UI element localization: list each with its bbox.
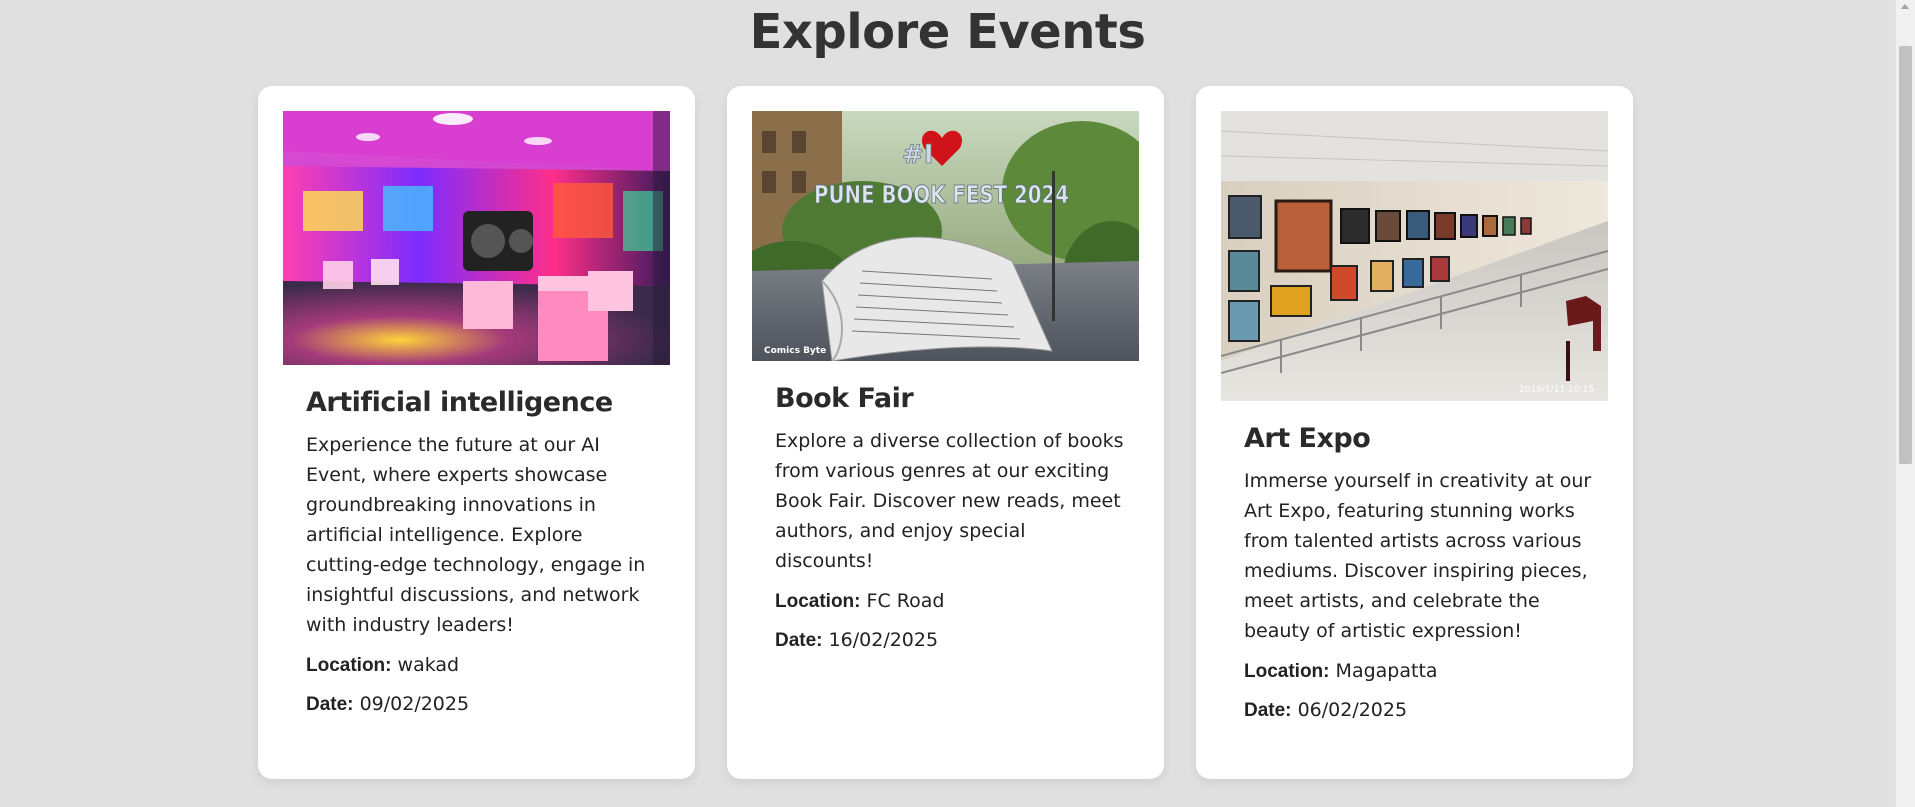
event-date: Date: 16/02/2025 (775, 621, 1128, 660)
sign-main-text: PUNE BOOK FEST 2024 (814, 180, 1069, 209)
event-card-book-fair: #I PUNE BOOK FEST 2024 Comics Byte Book … (727, 86, 1164, 779)
event-location: Location: Magapatta (1244, 652, 1597, 691)
event-description: Immerse yourself in creativity at our Ar… (1244, 470, 1592, 642)
event-description: Experience the future at our AI Event, w… (306, 434, 646, 636)
date-value: 16/02/2025 (828, 629, 939, 651)
vertical-scrollbar[interactable] (1895, 0, 1915, 807)
event-date: Date: 09/02/2025 (306, 685, 659, 724)
event-image-art-expo: 2019/1/11 10:15 (1221, 111, 1608, 401)
event-card-art-expo: 2019/1/11 10:15 Art Expo Immerse yoursel… (1196, 86, 1633, 779)
date-value: 06/02/2025 (1297, 699, 1408, 721)
event-description: Explore a diverse collection of books fr… (775, 430, 1124, 572)
event-location: Location: wakad (306, 646, 659, 685)
photo-credit-text: Comics Byte (764, 346, 826, 356)
event-image-book-fair: #I PUNE BOOK FEST 2024 Comics Byte (752, 111, 1139, 361)
location-label: Location: (775, 591, 861, 612)
location-label: Location: (1244, 661, 1330, 682)
date-label: Date: (306, 694, 354, 715)
location-label: Location: (306, 655, 392, 676)
event-location: Location: FC Road (775, 582, 1128, 621)
location-value: Magapatta (1335, 660, 1438, 682)
photo-timestamp-text: 2019/1/11 10:15 (1519, 385, 1594, 395)
location-value: FC Road (866, 590, 945, 612)
scroll-up-arrow-icon[interactable] (1901, 4, 1909, 9)
event-image-ai (283, 111, 670, 365)
event-card-ai: Artificial intelligence Experience the f… (258, 86, 695, 779)
date-label: Date: (775, 630, 823, 651)
event-date: Date: 06/02/2025 (1244, 691, 1597, 730)
scrollbar-thumb[interactable] (1899, 46, 1912, 464)
page-title: Explore Events (749, 4, 1146, 60)
sign-top-text: #I (902, 140, 933, 170)
event-title: Art Expo (1244, 423, 1371, 454)
event-title: Artificial intelligence (306, 387, 613, 418)
date-value: 09/02/2025 (359, 693, 470, 715)
location-value: wakad (397, 654, 460, 676)
date-label: Date: (1244, 700, 1292, 721)
event-title: Book Fair (775, 383, 914, 414)
events-page: Explore Events Artificial intelligence E… (0, 0, 1895, 807)
